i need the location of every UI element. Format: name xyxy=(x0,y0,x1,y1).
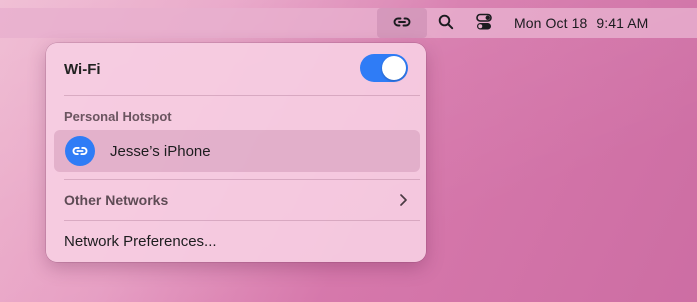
menubar-search-button[interactable] xyxy=(434,8,458,38)
menubar-clock[interactable]: Mon Oct 18 9:41 AM xyxy=(514,8,694,38)
chevron-right-icon xyxy=(398,193,408,207)
wifi-label: Wi-Fi xyxy=(64,60,101,78)
wifi-toggle-knob xyxy=(382,56,406,80)
other-networks-item[interactable]: Other Networks xyxy=(46,188,426,212)
menubar-date: Mon Oct 18 xyxy=(514,15,588,31)
divider xyxy=(64,179,420,180)
control-center-icon xyxy=(476,13,492,34)
divider xyxy=(64,220,420,221)
hotspot-device-item[interactable]: Jesse’s iPhone xyxy=(54,130,420,172)
wifi-toggle-row: Wi-Fi xyxy=(46,53,426,85)
network-preferences-item[interactable]: Network Preferences... xyxy=(46,229,426,253)
wifi-menu-panel: Wi-Fi Personal Hotspot Jesse’s iPhone Ot… xyxy=(46,43,426,262)
personal-hotspot-section: Personal Hotspot xyxy=(46,107,426,125)
menu-bar: Mon Oct 18 9:41 AM xyxy=(0,8,697,38)
personal-hotspot-header: Personal Hotspot xyxy=(64,108,172,124)
search-icon xyxy=(438,14,454,33)
menubar-control-center-button[interactable] xyxy=(471,8,497,38)
link-chain-icon xyxy=(65,136,95,166)
other-networks-label: Other Networks xyxy=(64,192,169,208)
hotspot-device-name: Jesse’s iPhone xyxy=(110,142,211,160)
menubar-time: 9:41 AM xyxy=(596,15,649,31)
network-preferences-label: Network Preferences... xyxy=(64,232,217,250)
menubar-hotspot-button[interactable] xyxy=(377,8,427,38)
wifi-toggle[interactable] xyxy=(360,54,408,82)
divider xyxy=(64,95,420,96)
link-chain-icon xyxy=(392,14,412,33)
